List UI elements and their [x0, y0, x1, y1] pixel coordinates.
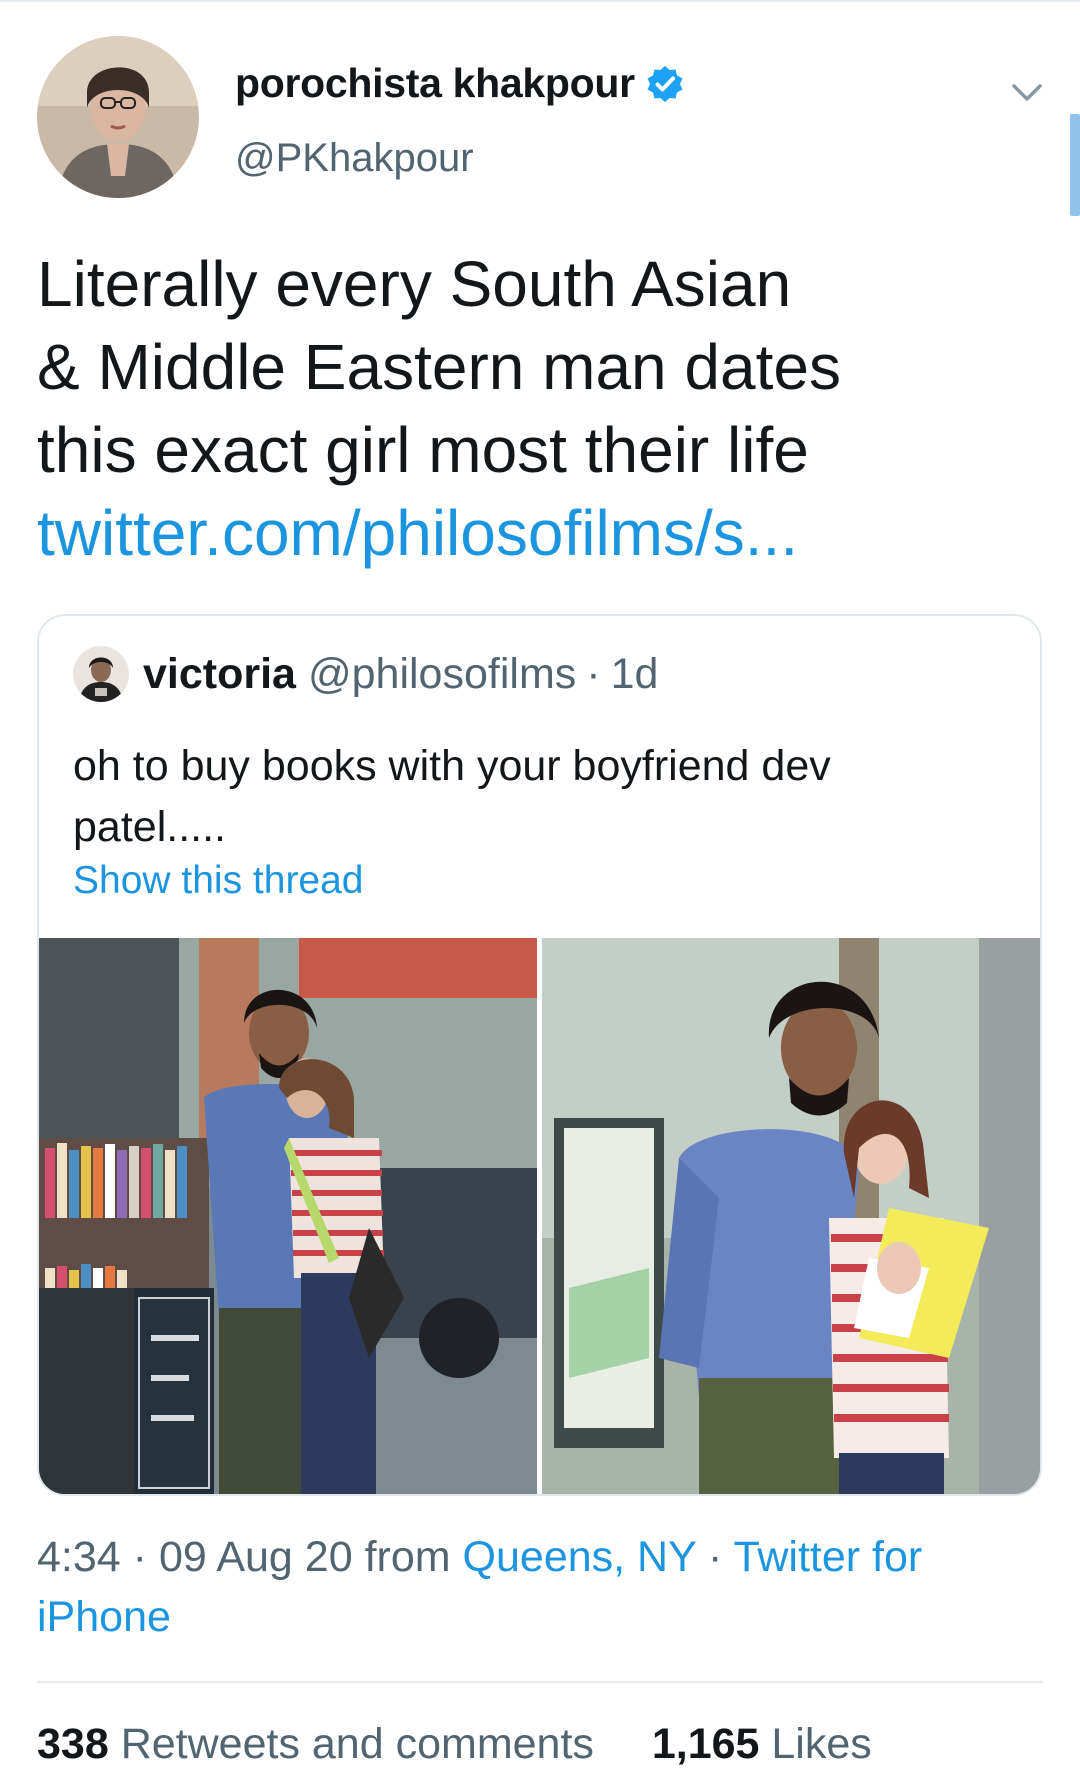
likes-count: 1,165 — [651, 1720, 760, 1768]
quoted-media-grid — [39, 938, 1040, 1496]
quoted-author-name[interactable]: victoria — [143, 650, 296, 699]
scrollbar-thumb[interactable] — [1070, 114, 1080, 216]
tweet-text-line: & Middle Eastern man dates — [37, 331, 841, 403]
tweet-text-line: Literally every South Asian — [37, 248, 792, 320]
author-avatar[interactable] — [37, 36, 199, 198]
author-handle[interactable]: @PKhakpour — [235, 136, 474, 181]
from-label: from — [364, 1533, 451, 1581]
tweet-text-line: this exact girl most their life — [37, 414, 809, 486]
tweet-client-line1[interactable]: Twitter for — [733, 1533, 922, 1581]
verified-badge-icon — [647, 65, 683, 102]
media-photo-1[interactable] — [39, 938, 537, 1496]
likes-label: Likes — [771, 1720, 872, 1768]
retweets-stat[interactable]: 338 Retweets and comments — [37, 1720, 606, 1768]
top-divider — [0, 0, 1080, 2]
author-name-row[interactable]: porochista khakpour — [235, 60, 685, 107]
quoted-tweet-header: victoria @philosofilms · 1d — [73, 646, 658, 702]
quoted-tweet-text: oh to buy books with your boyfriend dev … — [73, 736, 973, 858]
retweets-count: 338 — [37, 1720, 109, 1768]
quoted-author-handle[interactable]: @philosofilms — [308, 650, 576, 699]
tweet-time[interactable]: 4:34 — [37, 1533, 121, 1581]
quoted-author-avatar[interactable] — [73, 646, 129, 702]
quoted-text-line: patel..... — [73, 803, 226, 851]
show-thread-link[interactable]: Show this thread — [73, 859, 364, 903]
chevron-down-icon[interactable] — [1009, 74, 1045, 110]
separator-dot: · — [132, 1533, 147, 1581]
quoted-text-line: oh to buy books with your boyfriend dev — [73, 742, 831, 790]
tweet-client-line2[interactable]: iPhone — [37, 1593, 171, 1641]
separator-dot: · — [586, 649, 601, 698]
separator-dot: · — [707, 1533, 723, 1581]
tweet-meta: 4:34 · 09 Aug 20 from Queens, NY · Twitt… — [37, 1527, 1027, 1647]
likes-stat[interactable]: 1,165 Likes — [652, 1720, 872, 1768]
stats-divider — [37, 1681, 1043, 1683]
tweet-link[interactable]: twitter.com/philosofilms/s... — [37, 492, 937, 575]
tweet-stats: 338 Retweets and comments 1,165 Likes — [37, 1720, 872, 1769]
tweet-location[interactable]: Queens, NY — [463, 1533, 696, 1581]
tweet-body: Literally every South Asian & Middle Eas… — [37, 243, 937, 575]
author-name[interactable]: porochista khakpour — [235, 60, 635, 107]
media-photo-2[interactable] — [542, 938, 1040, 1496]
quoted-timestamp[interactable]: 1d — [611, 650, 659, 699]
tweet-header: porochista khakpour @PKhakpour — [37, 36, 1042, 201]
tweet-date[interactable]: 09 Aug 20 — [159, 1533, 353, 1581]
retweets-label: Retweets and comments — [120, 1720, 594, 1768]
quoted-tweet-card[interactable]: victoria @philosofilms · 1d oh to buy bo… — [37, 614, 1042, 1496]
